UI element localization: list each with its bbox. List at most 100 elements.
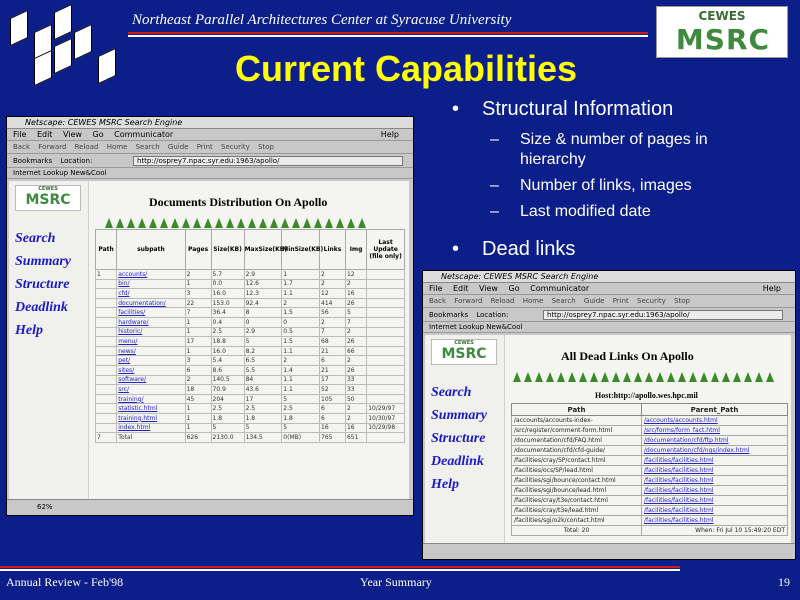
table-row: /facilities/cray/t3e/lead.html/facilitie… <box>511 505 788 516</box>
subpath-link[interactable]: facilities/ <box>116 307 186 318</box>
guide-button[interactable]: Guide <box>168 143 189 151</box>
table-cell <box>94 307 118 318</box>
personal-toolbar[interactable]: Internet Lookup New&Cool <box>7 168 413 179</box>
menu-edit[interactable]: Edit <box>453 284 469 293</box>
parent-path-link[interactable]: /facilities/facilities.html <box>641 495 788 506</box>
table-cell <box>366 278 405 290</box>
search-button[interactable]: Search <box>136 143 160 151</box>
column-header: Img <box>344 229 368 270</box>
menu-communicator[interactable]: Communicator <box>530 284 589 293</box>
table-cell: 26 <box>344 297 368 309</box>
print-button[interactable]: Print <box>613 297 629 305</box>
subpath-link[interactable]: documentation/ <box>116 297 186 309</box>
table-cell: 16 <box>319 422 346 434</box>
nav-deadlink-link[interactable]: Deadlink <box>15 296 71 319</box>
reload-button[interactable]: Reload <box>491 297 515 305</box>
search-button[interactable]: Search <box>552 297 576 305</box>
parent-path-link[interactable]: /accounts/accounts.html <box>641 415 788 426</box>
table-cell: 12 <box>344 269 368 280</box>
subpath-link[interactable]: src/ <box>116 384 186 395</box>
home-button[interactable]: Home <box>523 297 544 305</box>
forward-button[interactable]: Forward <box>454 297 482 305</box>
nav-structure-link[interactable]: Structure <box>15 273 71 296</box>
table-cell <box>366 364 405 376</box>
subpath-link[interactable]: accounts/ <box>116 269 186 280</box>
parent-path-link[interactable]: /documentation/cfd/ftp.html <box>641 435 788 446</box>
subpath-link[interactable]: sites/ <box>116 364 186 376</box>
subpath-link[interactable]: news/ <box>116 345 186 357</box>
parent-path-link[interactable]: /facilities/facilities.html <box>641 465 788 476</box>
table-cell: 18.8 <box>210 336 245 347</box>
nav-help-link[interactable]: Help <box>431 473 487 496</box>
bookmarks-button[interactable]: Bookmarks <box>429 311 468 319</box>
subpath-link[interactable]: bin/ <box>116 278 186 290</box>
nav-structure-link[interactable]: Structure <box>431 427 487 450</box>
parent-path-link[interactable]: /facilities/facilities.html <box>641 485 788 496</box>
table-row: /accounts/accounts-index-/accounts/accou… <box>511 415 788 426</box>
menu-file[interactable]: File <box>429 284 442 293</box>
forward-button[interactable]: Forward <box>38 143 66 151</box>
parent-path-link[interactable]: /facilities/facilities.html <box>641 515 788 526</box>
parent-path-link[interactable]: /facilities/facilities.html <box>641 505 788 516</box>
nav-search-link[interactable]: Search <box>15 227 71 250</box>
subpath-link[interactable]: cfd/ <box>116 288 186 299</box>
menu-communicator[interactable]: Communicator <box>114 130 173 139</box>
table-cell <box>94 403 118 414</box>
stop-button[interactable]: Stop <box>258 143 274 151</box>
back-button[interactable]: Back <box>13 143 30 151</box>
menu-view[interactable]: View <box>479 284 498 293</box>
menu-go[interactable]: Go <box>93 130 104 139</box>
nav-summary-link[interactable]: Summary <box>15 250 71 273</box>
table-cell: 0.4 <box>210 316 245 328</box>
nav-help-link[interactable]: Help <box>15 319 71 342</box>
subpath-link[interactable]: training.html <box>116 412 186 424</box>
menu-go[interactable]: Go <box>509 284 520 293</box>
table-cell: 5 <box>243 336 283 347</box>
table-cell: 1.5 <box>281 336 321 347</box>
table-cell <box>366 393 405 405</box>
table-row: bin/1 0.0 12.6 1.7 2 2 <box>94 278 405 290</box>
subpath-link[interactable]: pet/ <box>116 355 186 366</box>
window-title: Netscape: CEWES MSRC Search Engine <box>7 117 413 129</box>
menu-help[interactable]: Help <box>381 129 399 141</box>
parent-path-link[interactable]: /src/forms/form_fact.html <box>641 425 788 436</box>
nav-search-link[interactable]: Search <box>431 381 487 404</box>
security-button[interactable]: Security <box>221 143 250 151</box>
nav-deadlink-link[interactable]: Deadlink <box>431 450 487 473</box>
subpath-link[interactable]: historic/ <box>116 326 186 338</box>
url-field[interactable]: http://osprey7.npac.syr.edu:1963/apollo/ <box>543 310 783 320</box>
back-button[interactable]: Back <box>429 297 446 305</box>
personal-toolbar[interactable]: Internet Lookup New&Cool <box>423 322 795 333</box>
stop-button[interactable]: Stop <box>674 297 690 305</box>
menu-edit[interactable]: Edit <box>37 130 53 139</box>
dead-path-cell: /facilities/sgi/bounce/lead.html <box>511 485 642 496</box>
parent-path-link[interactable]: /documentation/cfd/ngs/index.html <box>641 445 788 456</box>
column-header: Pages <box>184 229 212 270</box>
nav-summary-link[interactable]: Summary <box>431 404 487 427</box>
subpath-link[interactable]: statistic.html <box>116 403 186 414</box>
table-cell: 84 <box>243 374 283 386</box>
subpath-link[interactable]: hardware/ <box>116 316 186 328</box>
parent-path-link[interactable]: /facilities/facilities.html <box>641 455 788 466</box>
bookmarks-button[interactable]: Bookmarks <box>13 157 52 165</box>
column-header: subpath <box>116 229 186 270</box>
table-cell <box>366 355 405 366</box>
guide-button[interactable]: Guide <box>584 297 605 305</box>
reload-button[interactable]: Reload <box>75 143 99 151</box>
subpath-link[interactable]: index.html <box>116 422 186 434</box>
home-button[interactable]: Home <box>107 143 128 151</box>
header-rule-red <box>128 32 648 34</box>
security-button[interactable]: Security <box>637 297 666 305</box>
table-cell <box>94 393 118 405</box>
subpath-link[interactable]: menu/ <box>116 336 186 347</box>
menu-file[interactable]: File <box>13 130 26 139</box>
table-cell <box>94 384 118 395</box>
print-button[interactable]: Print <box>197 143 213 151</box>
menu-help[interactable]: Help <box>763 283 781 295</box>
subpath-link[interactable]: training/ <box>116 393 186 405</box>
url-field[interactable]: http://osprey7.npac.syr.edu:1963/apollo/ <box>133 156 403 166</box>
subpath-link[interactable]: software/ <box>116 374 186 386</box>
tree-decoration <box>105 213 369 228</box>
parent-path-link[interactable]: /facilities/facilities.html <box>641 475 788 486</box>
menu-view[interactable]: View <box>63 130 82 139</box>
